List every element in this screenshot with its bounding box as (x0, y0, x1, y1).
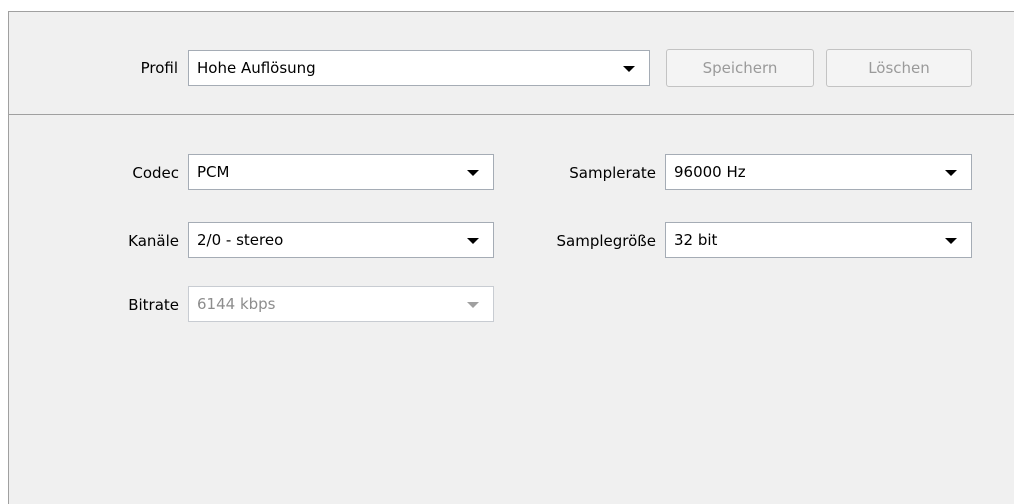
profile-value: Hohe Auflösung (197, 59, 316, 77)
channels-label: Kanäle (128, 232, 179, 250)
codec-value: PCM (197, 163, 230, 181)
chevron-down-icon (467, 302, 479, 308)
channels-dropdown[interactable]: 2/0 - stereo (188, 222, 494, 258)
samplesize-label: Samplegröße (556, 232, 656, 250)
chevron-down-icon (623, 66, 635, 72)
samplesize-dropdown[interactable]: 32 bit (665, 222, 972, 258)
samplerate-label: Samplerate (569, 164, 656, 182)
samplerate-value: 96000 Hz (674, 163, 746, 181)
bitrate-dropdown[interactable]: 6144 kbps (188, 286, 494, 322)
chevron-down-icon (467, 170, 479, 176)
channels-value: 2/0 - stereo (197, 231, 284, 249)
chevron-down-icon (467, 238, 479, 244)
bitrate-value: 6144 kbps (197, 295, 276, 313)
codec-label: Codec (132, 164, 179, 182)
samplerate-dropdown[interactable]: 96000 Hz (665, 154, 972, 190)
save-button[interactable]: Speichern (666, 49, 814, 87)
delete-button[interactable]: Löschen (826, 49, 972, 87)
profile-label: Profil (140, 59, 178, 77)
chevron-down-icon (945, 170, 957, 176)
samplesize-value: 32 bit (674, 231, 718, 249)
bitrate-label: Bitrate (128, 296, 179, 314)
profile-dropdown[interactable]: Hohe Auflösung (188, 50, 650, 86)
chevron-down-icon (945, 238, 957, 244)
section-divider (9, 114, 1014, 115)
codec-dropdown[interactable]: PCM (188, 154, 494, 190)
